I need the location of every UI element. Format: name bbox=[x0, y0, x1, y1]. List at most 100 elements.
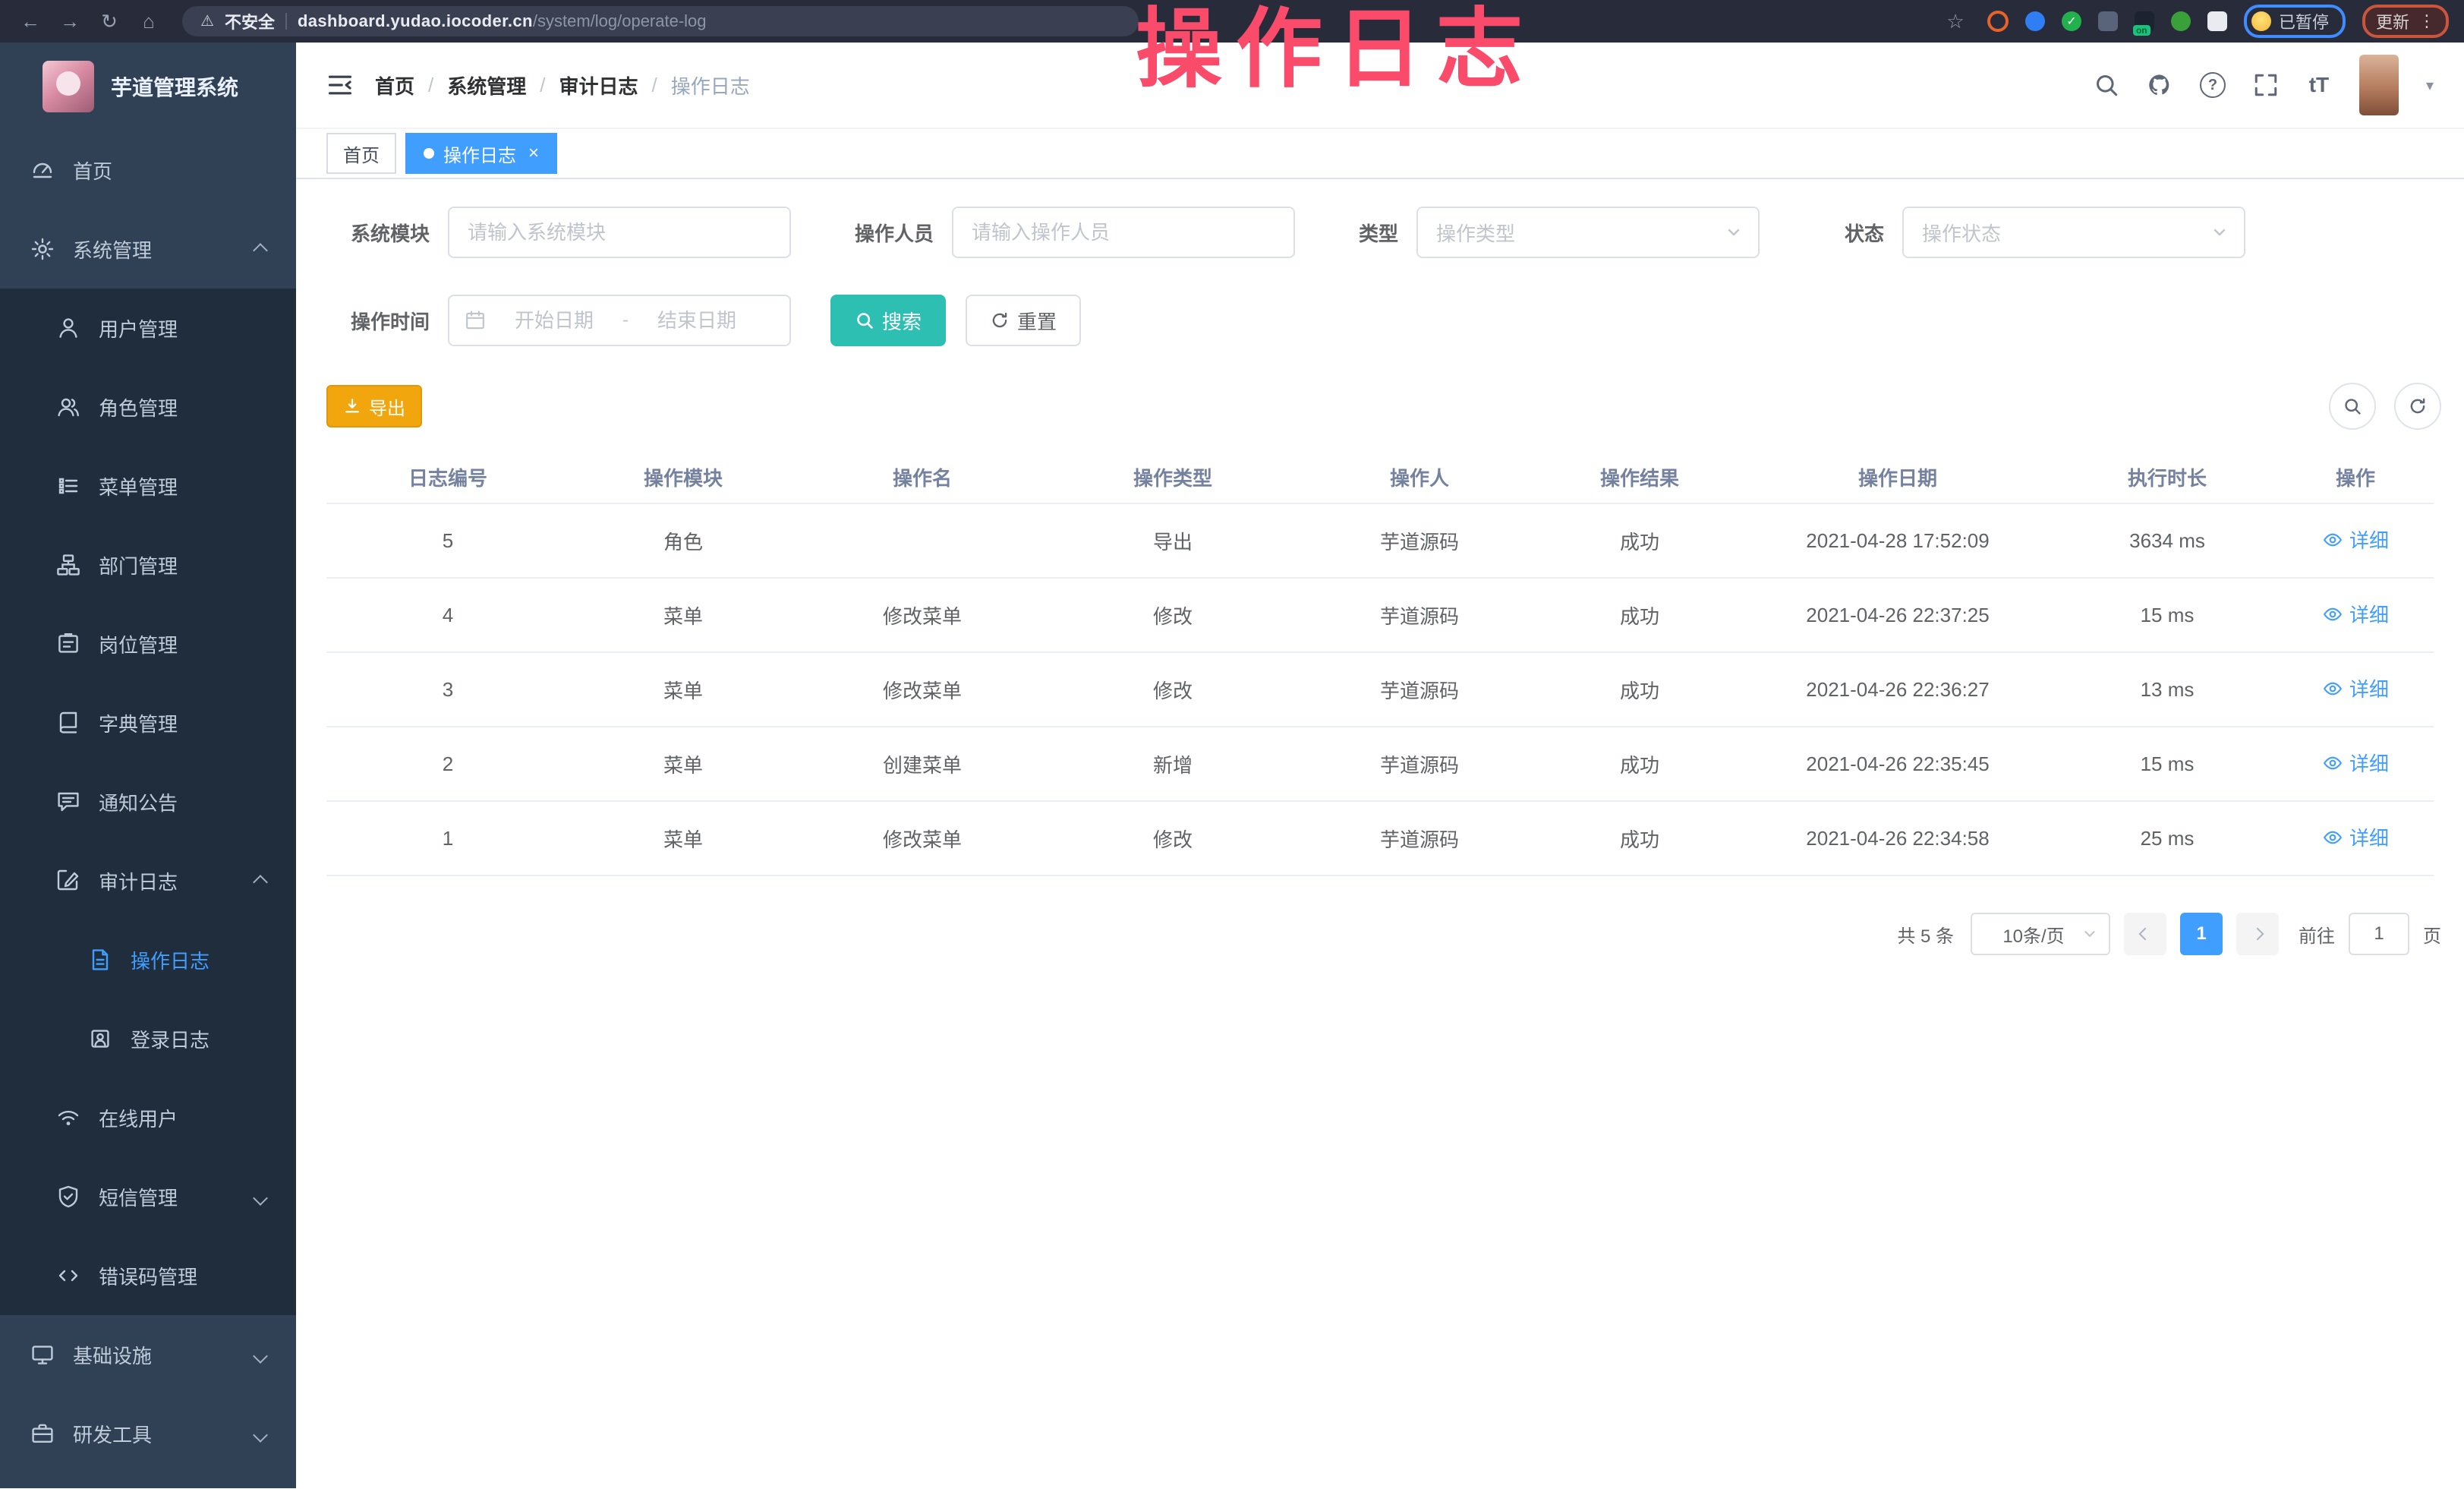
browser-home-button[interactable]: ⌂ bbox=[134, 6, 164, 36]
module-input-wrap bbox=[448, 207, 791, 258]
chevron-down-icon bbox=[1725, 223, 1743, 241]
browser-update-pill[interactable]: 更新 ⋮ bbox=[2362, 5, 2449, 38]
detail-link[interactable]: 详细 bbox=[2322, 600, 2389, 628]
book-icon bbox=[56, 711, 80, 735]
type-select[interactable]: 操作类型 bbox=[1416, 207, 1760, 258]
fullscreen-icon[interactable] bbox=[2253, 72, 2279, 98]
sidebar-item-dev-tools[interactable]: 研发工具 bbox=[0, 1394, 296, 1473]
sidebar-item-role-mgmt[interactable]: 角色管理 bbox=[0, 368, 296, 446]
extension-blue-icon[interactable] bbox=[2025, 11, 2045, 31]
sidebar-item-audit-log[interactable]: 审计日志 bbox=[0, 841, 296, 920]
sidebar-item-dict-mgmt[interactable]: 字典管理 bbox=[0, 683, 296, 762]
chevron-up-icon bbox=[255, 238, 266, 261]
font-size-icon[interactable]: tT bbox=[2306, 72, 2332, 98]
page-number-active[interactable]: 1 bbox=[2180, 913, 2223, 955]
sidebar: 芋道管理系统 首页 系统管理 bbox=[0, 43, 296, 1488]
extensions-puzzle-icon[interactable] bbox=[2207, 11, 2227, 31]
extension-orange-icon[interactable] bbox=[1987, 11, 2009, 32]
search-icon[interactable] bbox=[2094, 72, 2119, 98]
profile-emoji-avatar bbox=[2251, 11, 2271, 31]
org-chart-icon bbox=[56, 553, 80, 577]
search-button[interactable]: 搜索 bbox=[830, 295, 946, 346]
tab-home[interactable]: 首页 bbox=[326, 133, 396, 174]
col-type: 操作类型 bbox=[1048, 451, 1298, 503]
next-page-button[interactable] bbox=[2236, 913, 2279, 955]
code-icon bbox=[56, 1263, 80, 1288]
sidebar-item-online-users[interactable]: 在线用户 bbox=[0, 1078, 296, 1157]
reset-button[interactable]: 重置 bbox=[966, 295, 1081, 346]
extension-leaf-icon[interactable] bbox=[2171, 11, 2191, 31]
sidebar-item-dept-mgmt[interactable]: 部门管理 bbox=[0, 525, 296, 604]
address-bar[interactable]: ⚠ 不安全 dashboard.yudao.iocoder.cn/system/… bbox=[182, 6, 1139, 36]
operator-label: 操作人员 bbox=[830, 219, 934, 247]
browser-menu-kebab-icon[interactable]: ⋮ bbox=[2418, 11, 2435, 31]
sidebar-item-infrastructure[interactable]: 基础设施 bbox=[0, 1315, 296, 1394]
github-icon[interactable] bbox=[2147, 72, 2173, 98]
toggle-search-button[interactable] bbox=[2329, 383, 2376, 430]
user-avatar[interactable] bbox=[2359, 55, 2399, 115]
total-count: 共 5 条 bbox=[1897, 921, 1954, 948]
sidebar-item-notice[interactable]: 通知公告 bbox=[0, 762, 296, 841]
sidebar-item-login-log[interactable]: 登录日志 bbox=[0, 999, 296, 1078]
pagination: 共 5 条 10条/页 1 前往 页 bbox=[326, 913, 2441, 955]
start-date-input[interactable] bbox=[495, 308, 613, 334]
help-icon[interactable]: ? bbox=[2200, 72, 2226, 98]
detail-link[interactable]: 详细 bbox=[2322, 823, 2389, 851]
extension-gray-icon[interactable] bbox=[2098, 11, 2118, 31]
sidebar-menu: 首页 系统管理 用户管理 bbox=[0, 131, 296, 1488]
prev-page-button[interactable] bbox=[2124, 913, 2166, 955]
sidebar-item-home[interactable]: 首页 bbox=[0, 131, 296, 210]
breadcrumb-system[interactable]: 系统管理 bbox=[447, 71, 526, 99]
menu-fold-icon[interactable] bbox=[326, 71, 354, 99]
sidebar-item-user-mgmt[interactable]: 用户管理 bbox=[0, 289, 296, 368]
detail-link[interactable]: 详细 bbox=[2322, 674, 2389, 702]
sidebar-item-menu-mgmt[interactable]: 菜单管理 bbox=[0, 446, 296, 525]
breadcrumb-current: 操作日志 bbox=[671, 71, 750, 99]
operator-input[interactable] bbox=[953, 208, 1293, 257]
eye-icon bbox=[2322, 604, 2343, 625]
chevron-down-icon bbox=[255, 1185, 266, 1209]
detail-link[interactable]: 详细 bbox=[2322, 525, 2389, 554]
profile-paused-pill[interactable]: 已暂停 bbox=[2244, 5, 2346, 38]
sidebar-item-operate-log[interactable]: 操作日志 bbox=[0, 920, 296, 999]
security-warning-icon: ⚠ bbox=[200, 14, 214, 29]
page-size-select[interactable]: 10条/页 bbox=[1971, 913, 2110, 955]
chevron-down-icon bbox=[2081, 926, 2098, 942]
url-text: dashboard.yudao.iocoder.cn/system/log/op… bbox=[298, 11, 707, 31]
sidebar-item-system-mgmt[interactable]: 系统管理 bbox=[0, 210, 296, 289]
tab-operate-log[interactable]: 操作日志 × bbox=[405, 133, 557, 174]
browser-toolbar-right: ☆ ✓ on 已暂停 更新 ⋮ bbox=[1940, 5, 2449, 38]
app-frame: 芋道管理系统 首页 系统管理 bbox=[0, 43, 2464, 1488]
goto-page-input[interactable] bbox=[2349, 913, 2409, 955]
export-button[interactable]: 导出 bbox=[326, 385, 422, 427]
col-log-id: 日志编号 bbox=[326, 451, 569, 503]
browser-forward-button[interactable]: → bbox=[55, 6, 85, 36]
sidebar-logo-row[interactable]: 芋道管理系统 bbox=[0, 43, 296, 131]
status-select[interactable]: 操作状态 bbox=[1902, 207, 2245, 258]
filter-row-1: 系统模块 操作人员 类型 操作类型 状态 bbox=[326, 207, 2441, 258]
module-input[interactable] bbox=[449, 208, 789, 257]
extension-dark-icon[interactable]: on bbox=[2135, 11, 2154, 31]
breadcrumb-home[interactable]: 首页 bbox=[375, 71, 414, 99]
goto-label: 前往 bbox=[2299, 921, 2335, 948]
breadcrumb-audit[interactable]: 审计日志 bbox=[559, 71, 638, 99]
date-range-picker[interactable]: - bbox=[448, 295, 791, 346]
browser-back-button[interactable]: ← bbox=[15, 6, 46, 36]
tab-close-icon[interactable]: × bbox=[528, 144, 539, 162]
sidebar-item-post-mgmt[interactable]: 岗位管理 bbox=[0, 604, 296, 683]
sidebar-item-errorcode-mgmt[interactable]: 错误码管理 bbox=[0, 1236, 296, 1315]
bookmark-star-icon[interactable]: ☆ bbox=[1940, 6, 1971, 36]
end-date-input[interactable] bbox=[638, 308, 756, 334]
col-result: 操作结果 bbox=[1541, 451, 1738, 503]
update-label: 更新 bbox=[2376, 9, 2409, 33]
refresh-table-button[interactable] bbox=[2394, 383, 2441, 430]
dashboard-icon bbox=[30, 158, 55, 182]
app-title: 芋道管理系统 bbox=[111, 71, 238, 102]
detail-link[interactable]: 详细 bbox=[2322, 749, 2389, 777]
main-area: 首页 / 系统管理 / 审计日志 / 操作日志 ? bbox=[296, 43, 2464, 1488]
extension-green-check-icon[interactable]: ✓ bbox=[2062, 11, 2081, 31]
list-icon bbox=[56, 474, 80, 498]
avatar-caret-down-icon[interactable]: ▾ bbox=[2426, 76, 2434, 95]
browser-reload-button[interactable]: ↻ bbox=[94, 6, 124, 36]
sidebar-item-sms-mgmt[interactable]: 短信管理 bbox=[0, 1157, 296, 1236]
